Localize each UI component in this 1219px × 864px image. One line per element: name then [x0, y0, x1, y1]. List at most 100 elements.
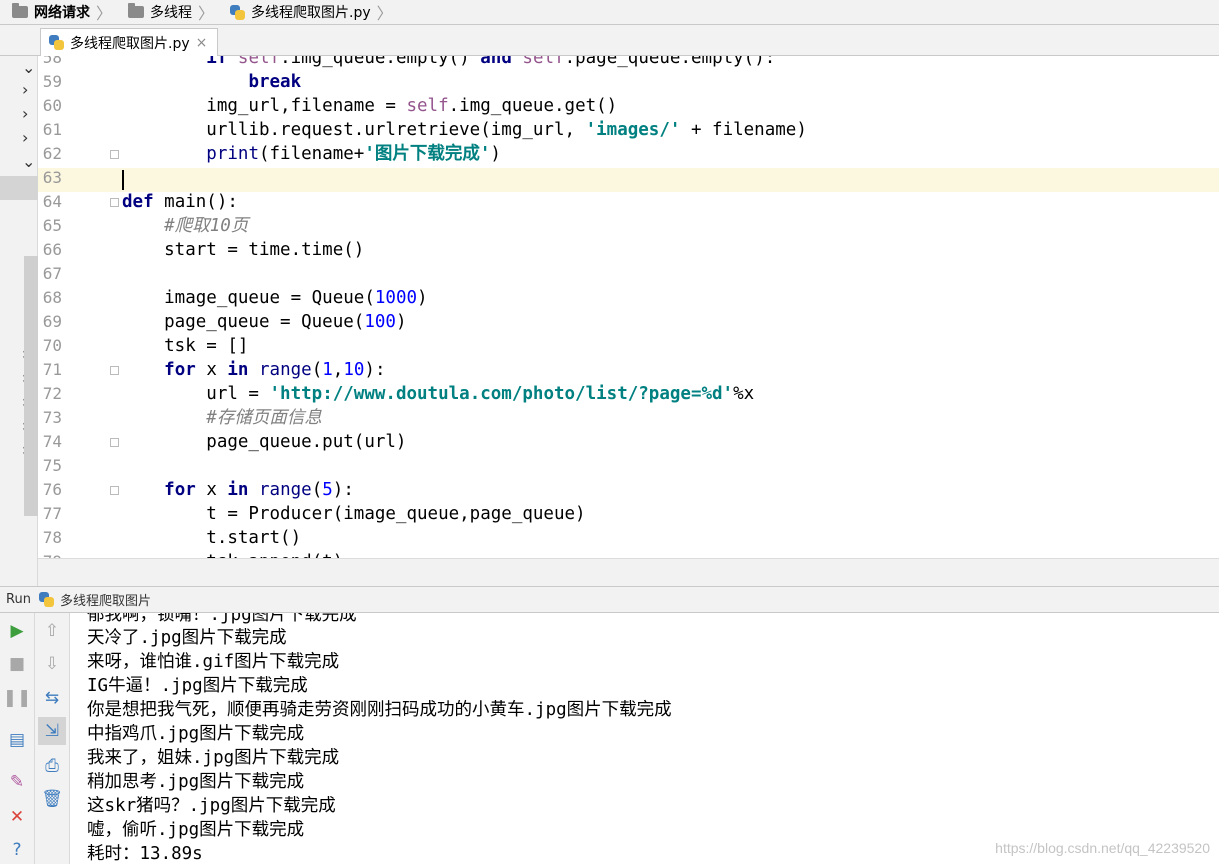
code-text: if self.img_queue.empty() and self.page_… [206, 56, 776, 68]
line-number: 61 [42, 120, 62, 139]
soft-wrap-icon[interactable]: ⇆ [42, 688, 62, 708]
code-line[interactable]: 69 page_queue = Queue(100) [38, 310, 1219, 334]
run-config-name[interactable]: 多线程爬取图片 [60, 590, 151, 609]
chevron-right-icon[interactable]: › [22, 104, 28, 123]
code-line[interactable]: 75 [38, 454, 1219, 478]
console-line: 天冷了.jpg图片下载完成 [87, 628, 287, 648]
console-output[interactable]: 郁我啊，锁嘴！.jpg图片下载完成 天冷了.jpg图片下载完成 来呀，谁怕谁.g… [70, 613, 1219, 864]
play-icon[interactable]: ▶ [7, 621, 27, 641]
code-line[interactable]: 73 #存储页面信息 [38, 406, 1219, 430]
code-line[interactable]: 59 break [38, 70, 1219, 94]
code-line[interactable]: 72 url = 'http://www.doutula.com/photo/l… [38, 382, 1219, 406]
console-line: 嘘，偷听.jpg图片下载完成 [87, 820, 305, 840]
code-line[interactable]: 77 t = Producer(image_queue,page_queue) [38, 502, 1219, 526]
code-line[interactable]: 64 def main(): [38, 190, 1219, 214]
console-line: 我来了，姐妹.jpg图片下载完成 [87, 748, 340, 768]
editor-footer [38, 558, 1219, 586]
code-text: start = time.time() [122, 240, 365, 260]
arrow-up-icon[interactable]: ⇧ [42, 621, 62, 641]
code-text: tsk = [] [122, 336, 249, 356]
code-line[interactable]: 61 urllib.request.urlretrieve(img_url, '… [38, 118, 1219, 142]
code-line[interactable]: 67 [38, 262, 1219, 286]
code-line[interactable]: 60 img_url,filename = self.img_queue.get… [38, 94, 1219, 118]
code-line[interactable]: 62 print(filename+'图片下载完成') [38, 142, 1219, 166]
line-number: 71 [42, 360, 62, 379]
python-run-icon [38, 592, 54, 607]
code-text: page_queue = Queue(100) [122, 312, 407, 332]
layout-icon[interactable]: ▤ [7, 730, 27, 750]
code-editor[interactable]: 58 if self.img_queue.empty() and self.pa… [38, 56, 1219, 558]
selected-row-highlight [0, 176, 38, 200]
code-text: for x in range(1,10): [164, 360, 386, 380]
tree-scrollbar[interactable] [24, 256, 38, 516]
line-number: 68 [42, 288, 62, 307]
line-number: 75 [42, 456, 62, 475]
help-icon[interactable]: ? [7, 840, 27, 860]
python-file-icon [49, 35, 64, 50]
chevron-right-icon[interactable]: › [22, 80, 28, 99]
line-number: 78 [42, 528, 62, 547]
code-line[interactable]: 68 image_queue = Queue(1000) [38, 286, 1219, 310]
fold-marker-icon[interactable] [110, 366, 119, 375]
project-tree-strip: ⌄ › › › ⌄ › › › › › [0, 56, 38, 586]
code-text: for x in range(5): [164, 480, 354, 500]
console-line: 来呀，谁怕谁.gif图片下载完成 [87, 652, 340, 672]
breadcrumb: 网络请求 〉 多线程 〉 多线程爬取图片.py 〉 [0, 0, 1219, 25]
line-number: 73 [42, 408, 62, 427]
chevron-right-icon[interactable]: › [22, 128, 28, 147]
run-toolbar-secondary: ⇧ ⇩ ⇆ ⇲ ⎙ 🗑 [35, 613, 70, 864]
code-text: def main(): [122, 192, 238, 212]
line-number: 64 [42, 192, 62, 211]
breadcrumb-item-file[interactable]: 多线程爬取图片.py 〉 [218, 0, 397, 25]
code-text: t.start() [122, 528, 302, 548]
pin-icon[interactable]: ✎ [7, 772, 27, 792]
fold-marker-icon[interactable] [110, 198, 119, 207]
chevron-right-icon: 〉 [96, 4, 113, 23]
code-line[interactable]: 65 #爬取10页 [38, 214, 1219, 238]
code-line[interactable]: 58 if self.img_queue.empty() and self.pa… [38, 56, 1219, 70]
code-text: tsk.append(t) [122, 550, 343, 558]
code-text: break [248, 72, 302, 92]
line-number: 70 [42, 336, 62, 355]
line-number: 59 [42, 72, 62, 91]
line-number: 65 [42, 216, 62, 235]
close-icon[interactable]: ✕ [7, 807, 27, 827]
line-number: 66 [42, 240, 62, 259]
console-line: IG牛逼！.jpg图片下载完成 [87, 676, 308, 696]
code-text: print(filename+'图片下载完成') [206, 144, 501, 164]
code-line[interactable]: 78 t.start() [38, 526, 1219, 550]
arrow-down-icon[interactable]: ⇩ [42, 654, 62, 674]
fold-marker-icon[interactable] [110, 438, 119, 447]
code-text: url = 'http://www.doutula.com/photo/list… [122, 384, 755, 404]
close-icon[interactable]: × [196, 35, 208, 51]
code-line[interactable]: 76 for x in range(5): [38, 478, 1219, 502]
line-number: 79 [38, 550, 62, 558]
line-number: 76 [42, 480, 62, 499]
line-number: 62 [42, 144, 62, 163]
tab-main-file[interactable]: 多线程爬取图片.py × [40, 28, 219, 56]
run-label[interactable]: Run [6, 592, 31, 607]
breadcrumb-item-network[interactable]: 网络请求 〉 [0, 0, 116, 25]
pause-icon[interactable]: ❚❚ [3, 688, 32, 708]
code-line[interactable]: 74 page_queue.put(url) [38, 430, 1219, 454]
line-number: 77 [42, 504, 62, 523]
console-line: 耗时：13.89s [87, 844, 203, 864]
chevron-down-icon[interactable]: ⌄ [22, 152, 35, 171]
code-line[interactable]: 66 start = time.time() [38, 238, 1219, 262]
code-line[interactable]: 63 [38, 166, 1219, 190]
line-number: 63 [42, 168, 62, 187]
line-number: 67 [42, 264, 62, 283]
print-icon[interactable]: ⎙ [42, 756, 62, 776]
code-line[interactable]: 70 tsk = [] [38, 334, 1219, 358]
trash-icon[interactable]: 🗑 [41, 789, 63, 809]
scroll-to-end-icon[interactable]: ⇲ [38, 717, 66, 745]
code-line[interactable]: 71 for x in range(1,10): [38, 358, 1219, 382]
fold-marker-icon[interactable] [110, 486, 119, 495]
stop-icon[interactable]: ■ [7, 654, 27, 674]
code-text: t = Producer(image_queue,page_queue) [122, 504, 586, 524]
chevron-down-icon[interactable]: ⌄ [22, 58, 35, 77]
fold-marker-icon[interactable] [110, 150, 119, 159]
code-line[interactable]: 79 tsk.append(t) [38, 550, 1219, 558]
breadcrumb-item-thread[interactable]: 多线程 〉 [116, 0, 218, 25]
code-text: #存储页面信息 [206, 408, 322, 428]
